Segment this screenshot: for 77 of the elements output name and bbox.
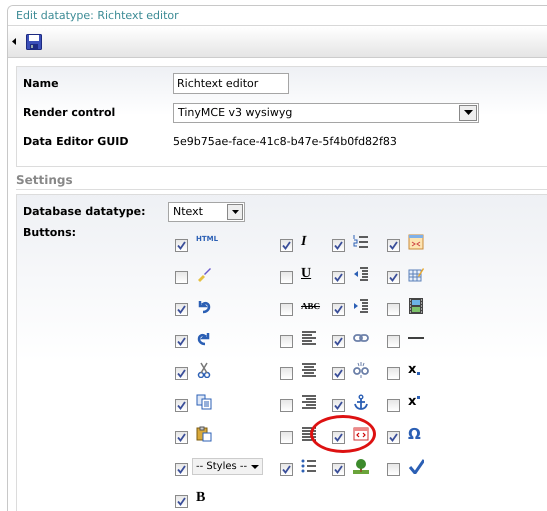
copy-icon[interactable]	[196, 394, 212, 410]
field-label: Render control	[23, 106, 116, 119]
dropdown-arrow-icon[interactable]	[464, 110, 472, 115]
window-title: Edit datatype: Richtext editor	[16, 9, 179, 22]
brush-icon[interactable]	[196, 266, 212, 282]
field-label: Data Editor GUID	[23, 135, 130, 148]
indent-icon[interactable]	[353, 298, 369, 314]
checkbox[interactable]	[280, 431, 293, 444]
spellcheck-icon[interactable]	[408, 458, 424, 474]
checkbox[interactable]	[175, 271, 188, 284]
guid-text: 5e9b75ae-face-41c8-b47e-5f4b0fd82f83	[173, 135, 397, 148]
save-icon[interactable]	[26, 34, 42, 50]
checkbox[interactable]	[332, 399, 345, 412]
align-center-icon[interactable]	[301, 362, 317, 378]
collapse-icon[interactable]	[12, 38, 16, 45]
checkbox[interactable]	[280, 463, 293, 476]
checkbox[interactable]	[387, 463, 400, 476]
omega-icon[interactable]: Ω	[408, 426, 421, 442]
checkbox[interactable]	[175, 399, 188, 412]
render-control-dropdown[interactable]: TinyMCE v3 wysiwyg	[173, 102, 479, 122]
redo-icon[interactable]	[196, 330, 212, 346]
table-edit-icon[interactable]	[408, 266, 424, 282]
tree-image-icon[interactable]	[353, 458, 369, 474]
checkbox[interactable]	[280, 367, 293, 380]
undo-icon[interactable]	[196, 298, 212, 314]
section-heading: Settings	[16, 167, 547, 190]
outdent-icon[interactable]	[353, 266, 369, 282]
checkbox[interactable]	[175, 431, 188, 444]
checkbox[interactable]	[387, 303, 400, 316]
film-icon[interactable]	[408, 298, 424, 314]
checkbox[interactable]	[387, 271, 400, 284]
align-right-icon[interactable]	[301, 394, 317, 410]
bold-icon[interactable]: B	[196, 490, 206, 506]
dropdown-arrow-icon[interactable]	[251, 464, 260, 468]
checkbox[interactable]	[332, 271, 345, 284]
numbered-list-icon[interactable]	[353, 234, 369, 250]
dropdown-arrow-icon[interactable]	[232, 210, 238, 214]
checkbox[interactable]	[280, 271, 293, 284]
field-label: Buttons:	[23, 226, 78, 239]
checkbox[interactable]	[280, 335, 293, 348]
italic-icon[interactable]: I	[301, 234, 306, 250]
bullet-list-icon[interactable]	[301, 458, 317, 474]
checkbox[interactable]	[332, 335, 345, 348]
strikethrough-icon[interactable]: ABC	[301, 298, 320, 314]
anchor-icon[interactable]	[353, 394, 369, 410]
checkbox[interactable]	[175, 367, 188, 380]
styles-dropdown[interactable]: -- Styles --	[192, 458, 264, 475]
checkbox[interactable]	[175, 239, 188, 252]
window-icon[interactable]	[408, 234, 424, 250]
name-field[interactable]: Richtext editor	[173, 73, 289, 94]
field-label: Database datatype:	[23, 205, 147, 218]
checkbox[interactable]	[280, 239, 293, 252]
checkbox[interactable]	[332, 367, 345, 380]
align-left-icon[interactable]	[301, 330, 317, 346]
datatype-dropdown[interactable]: Ntext	[168, 202, 245, 222]
checkbox[interactable]	[387, 399, 400, 412]
checkbox[interactable]	[332, 239, 345, 252]
unlink-icon[interactable]	[353, 362, 369, 378]
checkbox[interactable]	[387, 335, 400, 348]
checkbox[interactable]	[387, 239, 400, 252]
justify-icon[interactable]	[301, 426, 317, 442]
checkbox[interactable]	[387, 367, 400, 380]
field-label: Name	[23, 77, 60, 90]
checkbox[interactable]	[280, 303, 293, 316]
checkbox[interactable]	[175, 335, 188, 348]
scissors-icon[interactable]	[196, 362, 212, 378]
checkbox[interactable]	[175, 303, 188, 316]
checkbox[interactable]	[332, 463, 345, 476]
checkbox[interactable]	[175, 495, 188, 508]
code-window-icon[interactable]	[353, 426, 369, 442]
checkbox[interactable]	[332, 431, 345, 444]
checkbox[interactable]	[387, 431, 400, 444]
checkbox[interactable]	[332, 303, 345, 316]
checkbox[interactable]	[175, 463, 188, 476]
checkbox[interactable]	[280, 399, 293, 412]
paste-icon[interactable]	[196, 426, 212, 442]
underline-icon[interactable]: U	[301, 266, 312, 282]
